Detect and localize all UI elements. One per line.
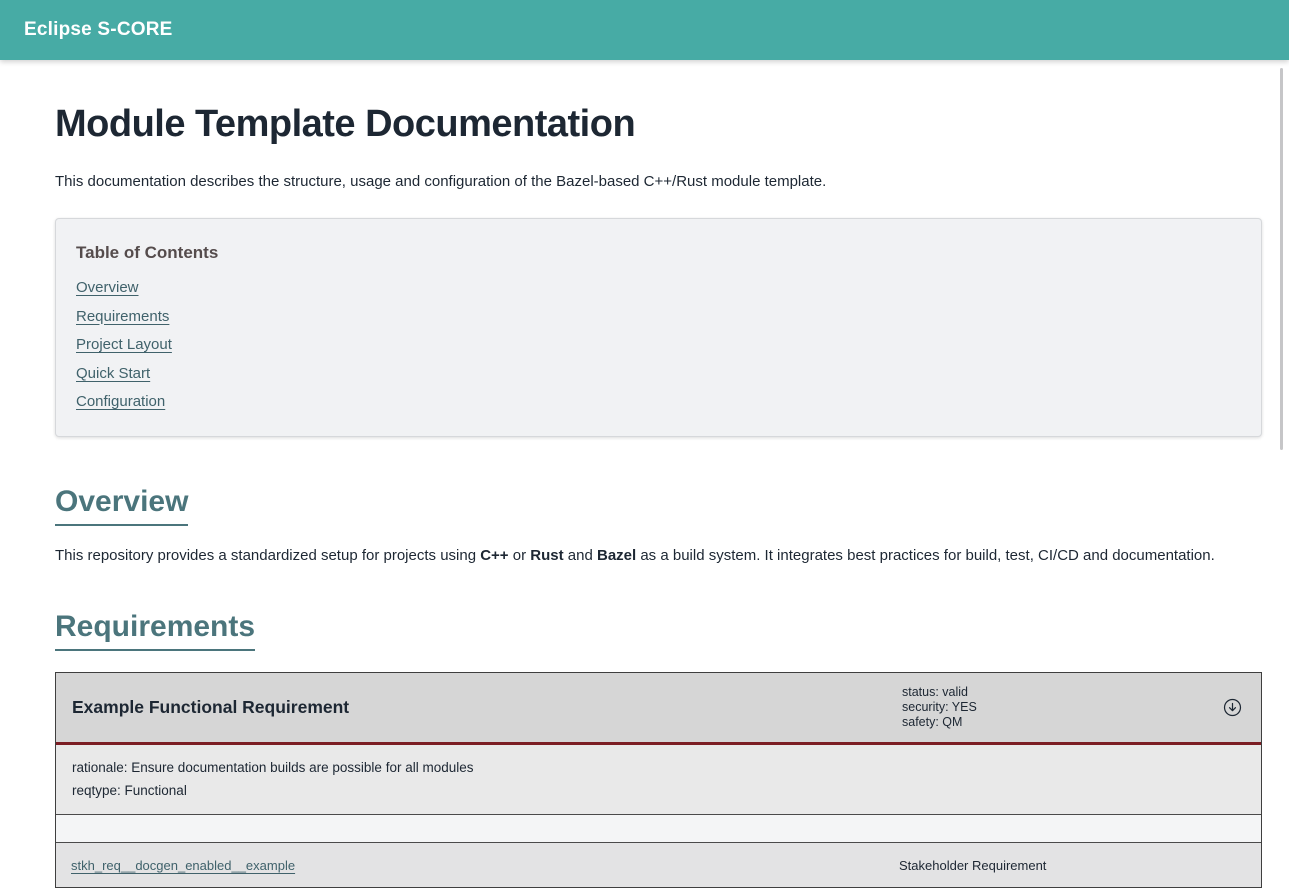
brand-title: Eclipse S-CORE	[24, 19, 173, 41]
overview-heading-link[interactable]: Overview	[55, 485, 188, 526]
requirement-link-row: stkh_req__docgen_enabled__example Stakeh…	[56, 843, 1261, 887]
page-intro: This documentation describes the structu…	[55, 173, 1262, 190]
requirements-section: Requirements Example Functional Requirem…	[55, 610, 1262, 888]
requirement-meta: status: valid security: YES safety: QM	[902, 685, 1203, 730]
overview-section: Overview This repository provides a stan…	[55, 485, 1262, 564]
toc-link-project-layout[interactable]: Project Layout	[76, 336, 172, 353]
overview-bold-rust: Rust	[530, 547, 563, 564]
requirements-heading: Requirements	[55, 610, 1262, 651]
overview-text-4: as a build system. It integrates best pr…	[636, 547, 1215, 564]
requirement-link-type: Stakeholder Requirement	[899, 858, 1261, 873]
overview-text-1: This repository provides a standardized …	[55, 547, 480, 564]
requirement-header: Example Functional Requirement status: v…	[56, 673, 1261, 745]
scrollbar-thumb[interactable]	[1280, 68, 1283, 450]
requirement-status: status: valid	[902, 685, 1203, 700]
collapse-button[interactable]	[1203, 673, 1261, 742]
requirement-link[interactable]: stkh_req__docgen_enabled__example	[56, 858, 295, 873]
requirements-heading-link[interactable]: Requirements	[55, 610, 255, 651]
overview-text-2: or	[509, 547, 531, 564]
requirement-reqtype: reqtype: Functional	[72, 783, 1245, 798]
requirement-security: security: YES	[902, 700, 1203, 715]
table-of-contents: Table of Contents Overview Requirements …	[55, 218, 1262, 437]
page-title: Module Template Documentation	[55, 103, 1262, 146]
overview-paragraph: This repository provides a standardized …	[55, 547, 1262, 564]
toc-link-overview[interactable]: Overview	[76, 279, 139, 296]
overview-bold-bazel: Bazel	[597, 547, 636, 564]
overview-heading: Overview	[55, 485, 1262, 526]
toc-link-requirements[interactable]: Requirements	[76, 308, 169, 325]
requirement-title: Example Functional Requirement	[56, 697, 902, 718]
toc-title: Table of Contents	[76, 243, 1241, 263]
requirement-card: Example Functional Requirement status: v…	[55, 672, 1262, 888]
requirement-rationale: rationale: Ensure documentation builds a…	[72, 760, 1245, 775]
app-header: Eclipse S-CORE	[0, 0, 1289, 60]
toc-list: Overview Requirements Project Layout Qui…	[76, 279, 1241, 410]
overview-text-3: and	[564, 547, 597, 564]
requirement-links-spacer	[56, 815, 1261, 843]
overview-bold-cpp: C++	[480, 547, 508, 564]
toc-link-quick-start[interactable]: Quick Start	[76, 365, 150, 382]
page-content: Module Template Documentation This docum…	[0, 60, 1289, 888]
toc-link-configuration[interactable]: Configuration	[76, 393, 165, 410]
circle-down-arrow-icon	[1223, 698, 1242, 717]
requirement-safety: safety: QM	[902, 715, 1203, 730]
requirement-body: rationale: Ensure documentation builds a…	[56, 745, 1261, 815]
